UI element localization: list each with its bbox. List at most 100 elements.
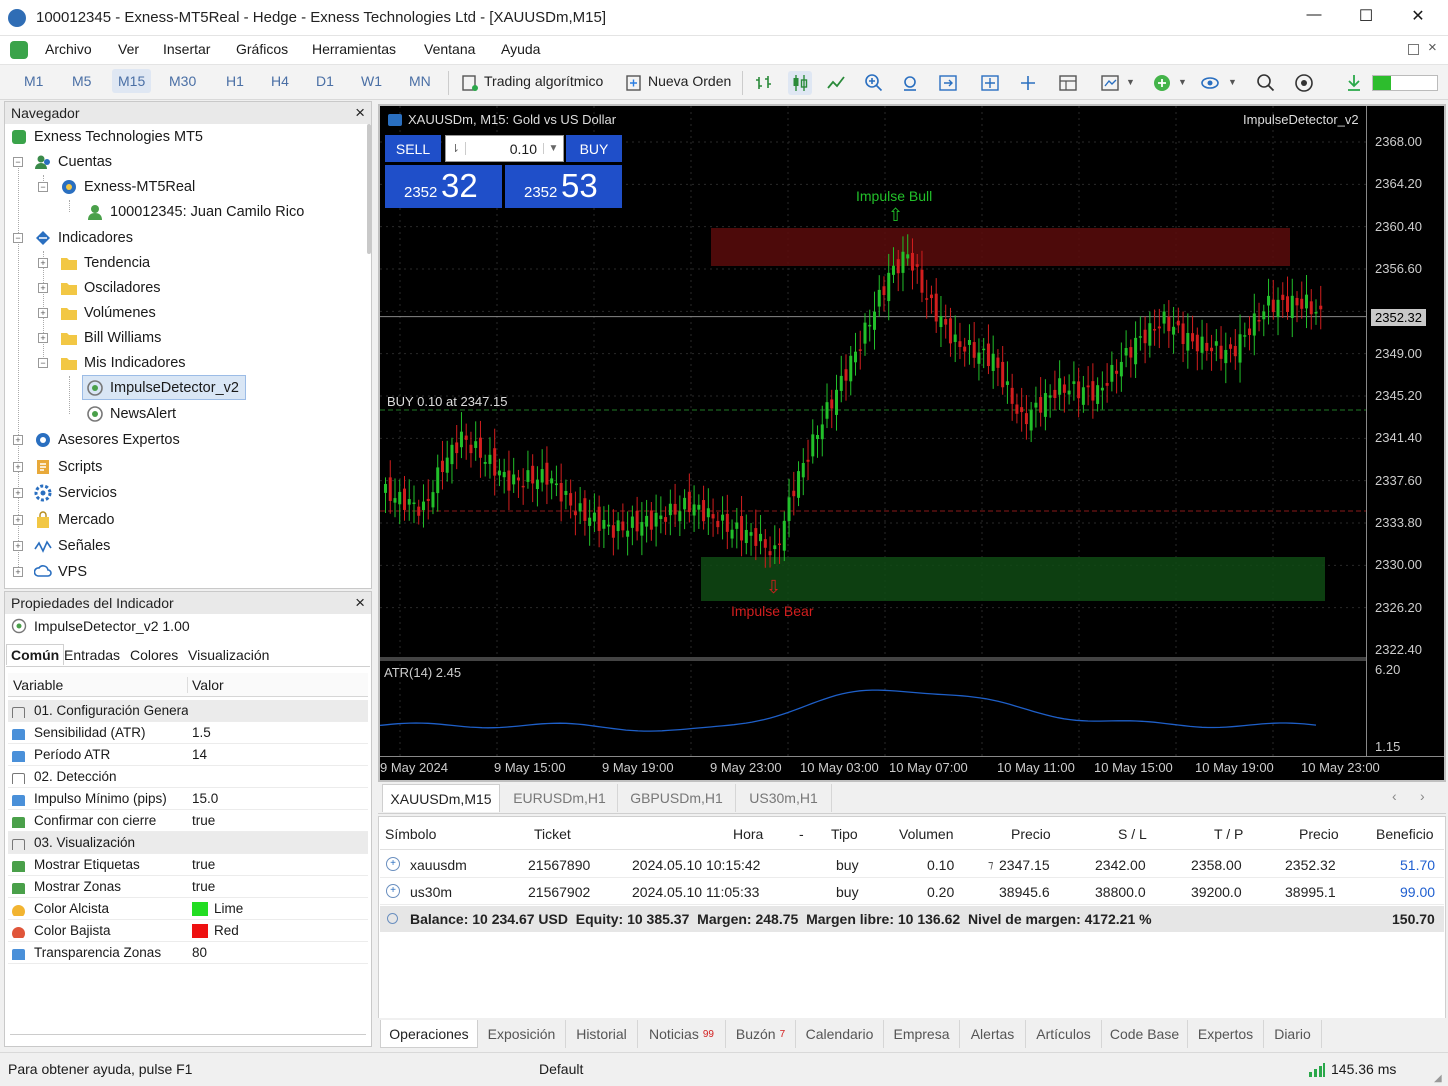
nav-item-mercado[interactable]: Mercado — [34, 507, 114, 532]
zoom-out-icon[interactable] — [898, 71, 922, 95]
prop-row[interactable]: Mostrar Zonas true — [8, 876, 368, 898]
tab-code-base[interactable]: Code Base — [1102, 1020, 1188, 1048]
col-sort[interactable]: - — [799, 826, 804, 842]
nav-item-vps[interactable]: VPS — [34, 559, 87, 584]
buy-button[interactable]: BUY — [566, 135, 622, 162]
download-icon[interactable] — [1342, 71, 1366, 95]
expand-osciladores-icon[interactable]: + — [38, 283, 48, 293]
nav-item-cuentas[interactable]: Cuentas — [34, 149, 112, 174]
restore-child-icon[interactable] — [1408, 44, 1419, 55]
tab-comun[interactable]: Común — [6, 644, 65, 665]
minimize-button[interactable]: — — [1302, 6, 1326, 23]
market-icon[interactable] — [1150, 71, 1174, 95]
templates-icon[interactable] — [1098, 71, 1122, 95]
tab-empresa[interactable]: Empresa — [884, 1020, 960, 1048]
prop-row[interactable]: Impulso Mínimo (pips) 15.0 — [8, 788, 368, 810]
sell-button[interactable]: SELL — [385, 135, 441, 162]
expand-scripts-icon[interactable]: + — [13, 462, 23, 472]
prop-row[interactable]: Transparencia Zonas 80 — [8, 942, 368, 964]
symbol-tab-us30m[interactable]: US30m,H1 — [736, 784, 832, 812]
status-profile[interactable]: Default — [539, 1061, 583, 1077]
chart-shift-icon[interactable] — [978, 71, 1002, 95]
menu-ventana[interactable]: Ventana — [424, 41, 475, 57]
nav-item-osciladores[interactable]: Osciladores — [60, 275, 161, 300]
expand-asesores-icon[interactable]: + — [13, 435, 23, 445]
prop-value[interactable]: 80 — [188, 945, 207, 960]
market-dropdown-icon[interactable]: ▼ — [1178, 77, 1187, 87]
nav-item-indicadores[interactable]: Indicadores — [34, 225, 133, 250]
col-current-price[interactable]: Precio — [1299, 826, 1339, 842]
col-tp[interactable]: T / P — [1214, 826, 1243, 842]
prop-row[interactable]: Sensibilidad (ATR) 1.5 — [8, 722, 368, 744]
timeframe-mn[interactable]: MN — [409, 73, 431, 89]
algo-trading-button[interactable]: Trading algorítmico — [484, 73, 603, 89]
prop-row[interactable]: Mostrar Etiquetas true — [8, 854, 368, 876]
signals-dropdown-icon[interactable]: ▼ — [1228, 77, 1237, 87]
col-price[interactable]: Precio — [1011, 826, 1051, 842]
prop-value[interactable]: 15.0 — [188, 791, 218, 806]
collapse-indicadores-icon[interactable]: − — [13, 233, 23, 243]
expand-servicios-icon[interactable]: + — [13, 488, 23, 498]
maximize-button[interactable]: ☐ — [1354, 6, 1378, 26]
close-child-icon[interactable]: × — [1428, 39, 1437, 56]
period-separator-icon[interactable] — [1056, 71, 1080, 95]
symbol-tab-xauusdm[interactable]: XAUUSDm,M15 — [382, 784, 500, 812]
navigator-scrollbar[interactable] — [367, 124, 371, 254]
search-icon[interactable] — [1254, 71, 1278, 95]
col-symbol[interactable]: Símbolo — [385, 826, 436, 842]
volume-decrement-icon[interactable]: ⇂ — [446, 142, 466, 155]
symbol-tab-gbpusdm[interactable]: GBPUSDm,H1 — [618, 784, 736, 812]
prop-value[interactable]: 14 — [188, 747, 207, 762]
price-drag-icon[interactable]: ⁊ — [988, 858, 993, 871]
volume-input[interactable]: ⇂ 0.10 ▼ — [445, 135, 564, 162]
col-type[interactable]: Tipo — [831, 826, 858, 842]
properties-close-button[interactable]: × — [355, 593, 365, 613]
nav-item-impulsedetector[interactable]: ImpulseDetector_v2 — [82, 375, 246, 400]
nav-item-newsalert[interactable]: NewsAlert — [86, 401, 176, 426]
prop-value[interactable]: true — [188, 879, 215, 894]
tab-buzon[interactable]: Buzón 7 — [726, 1020, 796, 1048]
prop-row[interactable]: Color Bajista Red — [8, 920, 368, 942]
crosshair-icon[interactable] — [1016, 71, 1040, 95]
menu-insertar[interactable]: Insertar — [163, 41, 210, 57]
app-menu-icon[interactable] — [10, 41, 28, 59]
prop-row[interactable]: Color Alcista Lime — [8, 898, 368, 920]
line-chart-icon[interactable] — [824, 71, 848, 95]
prop-value[interactable]: true — [188, 813, 215, 828]
tab-articulos[interactable]: Artículos — [1026, 1020, 1102, 1048]
prop-value[interactable]: Red — [188, 923, 239, 938]
symbol-tab-eurusdm[interactable]: EURUSDm,H1 — [502, 784, 618, 812]
new-order-button[interactable]: Nueva Orden — [648, 73, 731, 89]
col-ticket[interactable]: Ticket — [534, 826, 571, 842]
tab-exposicion[interactable]: Exposición — [478, 1020, 566, 1048]
expand-vps-icon[interactable]: + — [13, 567, 23, 577]
timeframe-w1[interactable]: W1 — [361, 73, 382, 89]
nav-item-servicios[interactable]: Servicios — [34, 480, 117, 505]
prop-row[interactable]: Período ATR 14 — [8, 744, 368, 766]
timeframe-m5[interactable]: M5 — [72, 73, 91, 89]
col-profit[interactable]: Beneficio — [1376, 826, 1434, 842]
col-volume[interactable]: Volumen — [899, 826, 953, 842]
nav-item-asesores[interactable]: Asesores Expertos — [34, 427, 180, 452]
nav-item-tendencia[interactable]: Tendencia — [60, 250, 150, 275]
prop-value[interactable]: 1.5 — [188, 725, 211, 740]
expand-volumenes-icon[interactable]: + — [38, 308, 48, 318]
bar-chart-icon[interactable] — [752, 71, 776, 95]
tab-historial[interactable]: Historial — [566, 1020, 638, 1048]
nav-item-senales[interactable]: Señales — [34, 533, 110, 558]
menu-ver[interactable]: Ver — [118, 41, 139, 57]
timeframe-h1[interactable]: H1 — [226, 73, 244, 89]
nav-item-mis-indicadores[interactable]: Mis Indicadores — [60, 350, 186, 375]
nav-item-volumenes[interactable]: Volúmenes — [60, 300, 156, 325]
timeframe-m30[interactable]: M30 — [169, 73, 196, 89]
zoom-in-icon[interactable] — [862, 71, 886, 95]
nav-item-terminal[interactable]: Exness Technologies MT5 — [10, 124, 203, 149]
tab-diario[interactable]: Diario — [1264, 1020, 1322, 1048]
nav-item-account[interactable]: 100012345: Juan Camilo Rico — [86, 199, 304, 224]
nav-item-bill-williams[interactable]: Bill Williams — [60, 325, 161, 350]
timeframe-d1[interactable]: D1 — [316, 73, 334, 89]
tab-expertos[interactable]: Expertos — [1188, 1020, 1264, 1048]
tab-noticias[interactable]: Noticias 99 — [638, 1020, 726, 1048]
tabs-scroll-left-icon[interactable]: ‹ — [1392, 788, 1397, 804]
expand-senales-icon[interactable]: + — [13, 541, 23, 551]
